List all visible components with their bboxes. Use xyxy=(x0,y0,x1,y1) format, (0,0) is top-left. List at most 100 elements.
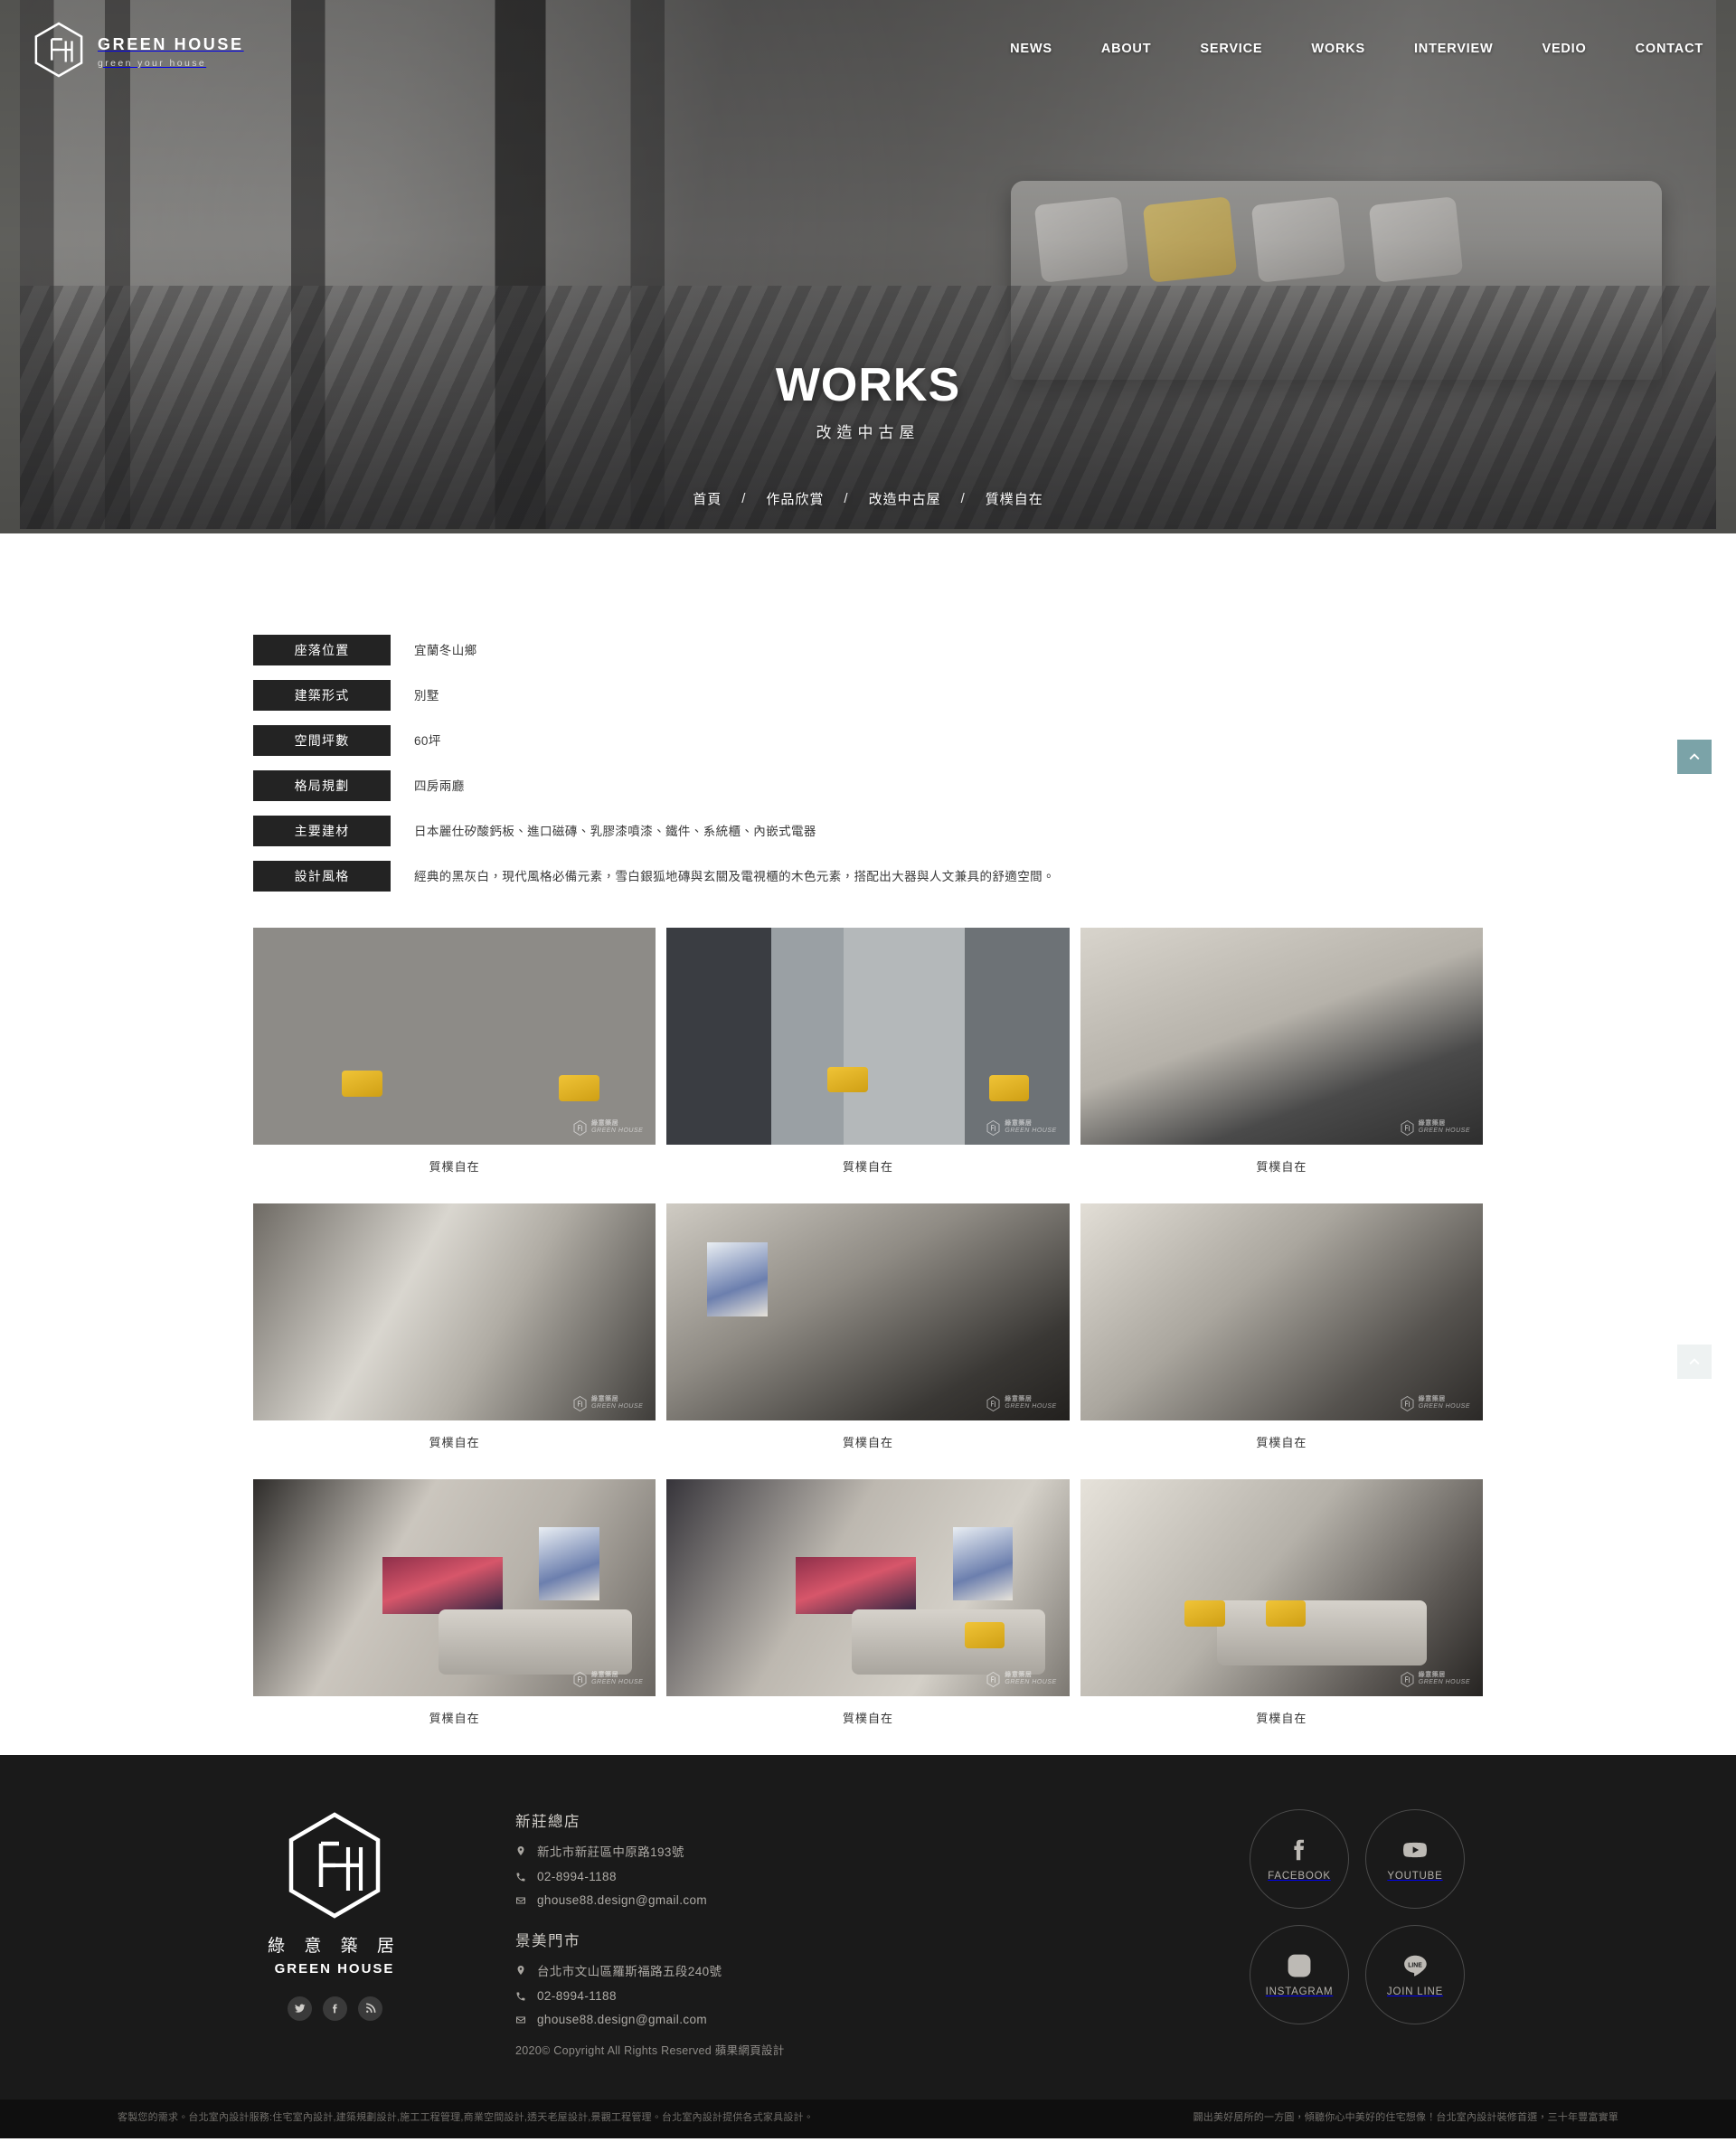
branch-email[interactable]: ghouse88.design@gmail.com xyxy=(537,1893,707,1907)
spec-label-area: 空間坪數 xyxy=(253,725,391,756)
gallery-caption: 質樸自在 xyxy=(842,1160,893,1174)
nav-item-works[interactable]: WORKS xyxy=(1311,42,1365,56)
facebook-link[interactable]: FACEBOOK xyxy=(1250,1809,1349,1909)
breadcrumb-separator: / xyxy=(844,491,849,506)
spec-row: 建築形式 別墅 xyxy=(253,680,1483,711)
scroll-to-top-button[interactable] xyxy=(1677,740,1712,774)
gallery-image[interactable]: 綠意築居 GREEN HOUSE xyxy=(1080,928,1483,1145)
gallery-caption: 質樸自在 xyxy=(842,1712,893,1725)
footer-brand-en: GREEN HOUSE xyxy=(274,1961,395,1977)
facebook-button[interactable] xyxy=(322,1996,347,2021)
branch-phone[interactable]: 02-8994-1188 xyxy=(537,1989,617,2003)
spec-label-location: 座落位置 xyxy=(253,635,391,665)
nav-item-interview[interactable]: INTERVIEW xyxy=(1414,42,1494,56)
watermark-cn: 綠意築居 xyxy=(591,1395,619,1402)
gallery-image[interactable]: 綠意築居 GREEN HOUSE xyxy=(1080,1203,1483,1420)
breadcrumb-item-works[interactable]: 作品欣賞 xyxy=(766,489,824,508)
spec-value-area: 60坪 xyxy=(414,734,441,748)
gallery-image[interactable]: 綠意築居 GREEN HOUSE xyxy=(666,1203,1070,1420)
site-logo[interactable]: GREEN HOUSE green your house xyxy=(33,22,244,82)
page-subtitle: 改造中古屋 xyxy=(816,424,920,441)
line-link[interactable]: LINE JOIN LINE xyxy=(1365,1925,1465,2024)
youtube-icon xyxy=(1403,1842,1427,1858)
watermark-cn: 綠意築居 xyxy=(591,1671,619,1678)
breadcrumb-item-home[interactable]: 首頁 xyxy=(693,489,722,508)
facebook-icon xyxy=(332,2004,337,2014)
watermark-en: GREEN HOUSE xyxy=(1005,1403,1057,1411)
watermark-en: GREEN HOUSE xyxy=(1418,1679,1470,1686)
gallery-item[interactable]: 綠意築居 GREEN HOUSE 質樸自在 xyxy=(1080,928,1483,1194)
main-navigation[interactable]: NEWS ABOUT SERVICE WORKS INTERVIEW VEDIO… xyxy=(1010,42,1703,56)
branch-email[interactable]: ghouse88.design@gmail.com xyxy=(537,2013,707,2026)
footer-small-social-links[interactable] xyxy=(199,1996,470,2021)
page-title: WORKS xyxy=(775,359,961,411)
watermark-en: GREEN HOUSE xyxy=(591,1128,644,1135)
mail-icon xyxy=(516,1897,525,1903)
nav-item-about[interactable]: ABOUT xyxy=(1101,42,1152,56)
main-content: 座落位置 宜蘭冬山鄉 建築形式 別墅 空間坪數 60坪 格局規劃 四房兩廳 主要… xyxy=(0,533,1736,1755)
gallery-item[interactable]: 綠意築居 GREEN HOUSE 質樸自在 xyxy=(666,928,1070,1194)
gallery-image[interactable]: 綠意築居 GREEN HOUSE xyxy=(253,928,656,1145)
gallery-image[interactable]: 綠意築居 GREEN HOUSE xyxy=(1080,1479,1483,1696)
breadcrumb-item-category[interactable]: 改造中古屋 xyxy=(869,489,941,508)
seo-text-left: 客製您的需求。台北室內設計服務:住宅室內設計,建築規劃設計,施工工程管理,商業空… xyxy=(118,2112,814,2123)
youtube-link[interactable]: YOUTUBE xyxy=(1365,1809,1465,1909)
gallery-item[interactable]: 綠意築居 GREEN HOUSE 質樸自在 xyxy=(666,1479,1070,1746)
nav-item-service[interactable]: SERVICE xyxy=(1200,42,1262,56)
spec-value-location: 宜蘭冬山鄉 xyxy=(414,644,477,657)
breadcrumb-separator: / xyxy=(960,491,966,506)
branch-phone-line[interactable]: 02-8994-1188 xyxy=(515,1989,1266,2003)
nav-item-vedio[interactable]: VEDIO xyxy=(1542,42,1586,56)
copyright-text: 2020© Copyright All Rights Reserved 蘋果網頁… xyxy=(515,2044,785,2057)
watermark: 綠意築居 GREEN HOUSE xyxy=(986,1120,1056,1137)
watermark-cn: 綠意築居 xyxy=(591,1119,619,1127)
scroll-to-top-button-secondary[interactable] xyxy=(1677,1345,1712,1379)
watermark-en: GREEN HOUSE xyxy=(1418,1128,1470,1135)
gallery-item[interactable]: 綠意築居 GREEN HOUSE 質樸自在 xyxy=(253,1203,656,1470)
rss-button[interactable] xyxy=(357,1996,382,2021)
breadcrumb-separator: / xyxy=(741,491,747,506)
gallery-item[interactable]: 綠意築居 GREEN HOUSE 質樸自在 xyxy=(666,1203,1070,1470)
gallery-item[interactable]: 綠意築居 GREEN HOUSE 質樸自在 xyxy=(1080,1203,1483,1470)
nav-item-contact[interactable]: CONTACT xyxy=(1636,42,1703,56)
nav-item-news[interactable]: NEWS xyxy=(1010,42,1052,56)
watermark-en: GREEN HOUSE xyxy=(1005,1679,1057,1686)
gallery-item[interactable]: 綠意築居 GREEN HOUSE 質樸自在 xyxy=(1080,1479,1483,1746)
instagram-link[interactable]: INSTAGRAM xyxy=(1250,1925,1349,2024)
logo-title: GREEN HOUSE xyxy=(98,34,244,53)
branch-email-line[interactable]: ghouse88.design@gmail.com xyxy=(515,2013,1266,2026)
watermark-cn: 綠意築居 xyxy=(1005,1395,1033,1402)
spec-value-style: 經典的黑灰白，現代風格必備元素，雪白銀狐地磚與玄關及電視櫃的木色元素，搭配出大器… xyxy=(414,870,1055,883)
branch-phone-line[interactable]: 02-8994-1188 xyxy=(515,1870,1266,1883)
mail-icon xyxy=(516,2016,525,2023)
watermark-cn: 綠意築居 xyxy=(1418,1671,1446,1678)
gallery-image[interactable]: 綠意築居 GREEN HOUSE xyxy=(666,928,1070,1145)
twitter-button[interactable] xyxy=(287,1996,312,2021)
branch-email-line[interactable]: ghouse88.design@gmail.com xyxy=(515,1893,1266,1907)
gallery-caption: 質樸自在 xyxy=(1256,1712,1307,1725)
spec-label-layout: 格局規劃 xyxy=(253,770,391,801)
watermark: 綠意築居 GREEN HOUSE xyxy=(573,1120,643,1137)
watermark: 綠意築居 GREEN HOUSE xyxy=(986,1672,1056,1688)
facebook-icon xyxy=(1294,1839,1304,1861)
breadcrumb[interactable]: 首頁 / 作品欣賞 / 改造中古屋 / 質樸自在 xyxy=(0,489,1736,508)
instagram-label: INSTAGRAM xyxy=(1265,1986,1334,1997)
breadcrumb-item-current: 質樸自在 xyxy=(985,492,1043,507)
gallery-item[interactable]: 綠意築居 GREEN HOUSE 質樸自在 xyxy=(253,1479,656,1746)
gallery-image[interactable]: 綠意築居 GREEN HOUSE xyxy=(253,1203,656,1420)
gallery-image[interactable]: 綠意築居 GREEN HOUSE xyxy=(253,1479,656,1696)
gallery-item[interactable]: 綠意築居 GREEN HOUSE 質樸自在 xyxy=(253,928,656,1194)
branch-phone[interactable]: 02-8994-1188 xyxy=(537,1870,617,1883)
footer-social-links[interactable]: FACEBOOK YOUTUBE INSTAGRAM LINE JOIN LIN… xyxy=(1250,1806,1537,2024)
gallery-caption: 質樸自在 xyxy=(842,1436,893,1449)
footer-branch-secondary: 景美門市 台北市文山區羅斯福路五段240號 02-8994-1188 ghous… xyxy=(515,1929,1266,2058)
twitter-icon xyxy=(294,2004,305,2013)
watermark: 綠意築居 GREEN HOUSE xyxy=(573,1672,643,1688)
house-hexagon-logo-icon xyxy=(33,22,85,82)
hero-text-block: WORKS 改造中古屋 首頁 / 作品欣賞 / 改造中古屋 / 質樸自在 xyxy=(0,362,1736,508)
gallery-image[interactable]: 綠意築居 GREEN HOUSE xyxy=(666,1479,1070,1696)
watermark-en: GREEN HOUSE xyxy=(1418,1403,1470,1411)
branch-address: 台北市文山區羅斯福路五段240號 xyxy=(537,1965,722,1978)
spec-label-materials: 主要建材 xyxy=(253,816,391,846)
spec-row: 座落位置 宜蘭冬山鄉 xyxy=(253,635,1483,665)
